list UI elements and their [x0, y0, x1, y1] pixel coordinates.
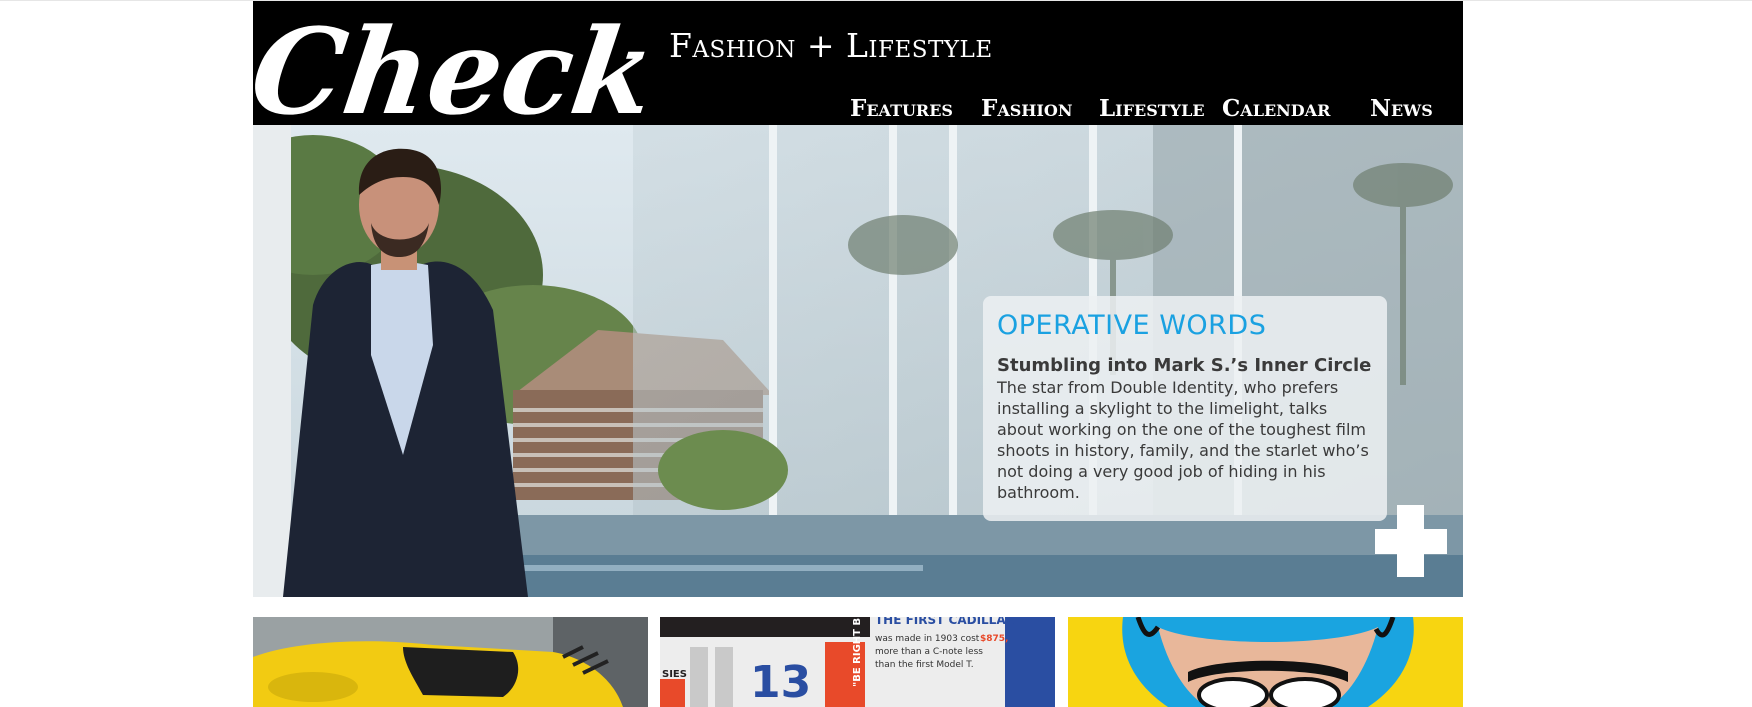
yellow-car-image — [253, 617, 648, 707]
plus-icon-horizontal-bar — [1375, 529, 1447, 554]
hero-feature[interactable]: OPERATIVE WORDS Stumbling into Mark S.’s… — [253, 125, 1463, 597]
nav-features[interactable]: Features — [850, 97, 953, 120]
thumbnail-pop-art[interactable] — [1068, 617, 1463, 707]
feature-card[interactable]: OPERATIVE WORDS Stumbling into Mark S.’s… — [983, 296, 1387, 521]
infographic-quote: "BE RIGHT B — [852, 618, 863, 687]
site-container: Check Fashion + Lifestyle Features Fashi… — [253, 1, 1463, 707]
nav-calendar[interactable]: Calendar — [1222, 97, 1330, 120]
infographic-image: THE FIRST CADILLAC was made in 1903 cost… — [660, 617, 1055, 707]
infographic-price: $875, — [980, 634, 1008, 644]
plus-icon[interactable] — [1375, 505, 1447, 577]
feature-body: The star from Double Identity, who prefe… — [997, 378, 1369, 502]
infographic-headline: THE FIRST CADILLAC — [875, 617, 1015, 627]
site-tagline: Fashion + Lifestyle — [669, 26, 993, 65]
infographic-number: 13 — [750, 657, 811, 707]
pop-art-image — [1068, 617, 1463, 707]
nav-news[interactable]: News — [1370, 97, 1433, 120]
feature-kicker[interactable]: OPERATIVE WORDS — [997, 312, 1373, 339]
infographic-line-2: more than a C-note less — [875, 647, 983, 657]
thumbnail-yellow-car[interactable] — [253, 617, 648, 707]
infographic-fragment: SIES — [662, 669, 687, 680]
infographic-line-1: was made in 1903 cost — [875, 634, 980, 644]
nav-fashion[interactable]: Fashion — [981, 97, 1072, 120]
thumbnail-infographic[interactable]: THE FIRST CADILLAC was made in 1903 cost… — [660, 617, 1055, 707]
main-nav: Features Fashion Lifestyle Calendar News — [253, 97, 1463, 125]
infographic-line-3: than the first Model T. — [875, 660, 974, 670]
site-header: Check Fashion + Lifestyle Features Fashi… — [253, 1, 1463, 125]
feature-title[interactable]: Stumbling into Mark S.’s Inner Circle — [997, 355, 1373, 377]
nav-lifestyle[interactable]: Lifestyle — [1099, 97, 1205, 120]
